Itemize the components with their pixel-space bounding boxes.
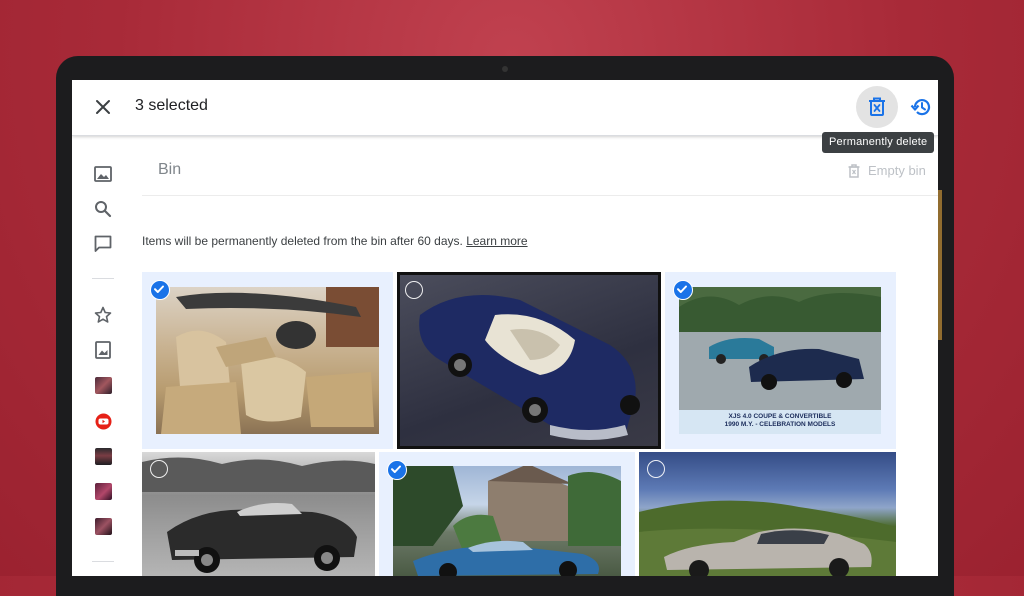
album-thumbnail-1 [94, 376, 112, 394]
photos-app-window: 3 selected Permanently delete Bin Empty … [72, 80, 938, 576]
photo-silver-coupe [639, 452, 896, 576]
brochure-caption: XJS 4.0 COUPE & CONVERTIBLE 1990 M.Y. - … [679, 413, 881, 429]
brochure-caption-line-1: XJS 4.0 COUPE & CONVERTIBLE [728, 413, 832, 420]
sidebar-divider [92, 278, 114, 279]
learn-more-link[interactable]: Learn more [466, 234, 527, 248]
sidebar-item-favourites[interactable] [92, 304, 114, 326]
sidebar-item-album-4[interactable] [92, 515, 114, 537]
photo-car-interior [156, 287, 379, 434]
photo-tile[interactable]: XJS 4.0 COUPE & CONVERTIBLE 1990 M.Y. - … [665, 272, 896, 449]
sidebar-item-album-2[interactable] [92, 445, 114, 467]
albums-icon [95, 341, 111, 359]
empty-bin-button[interactable]: Empty bin [848, 163, 926, 178]
photo-tile[interactable] [639, 452, 896, 576]
youtube-icon [95, 413, 111, 429]
photo-tile[interactable] [379, 452, 635, 576]
background-edge [938, 190, 942, 340]
sidebar-item-albums[interactable] [92, 339, 114, 361]
photo-checkbox[interactable] [647, 460, 665, 478]
album-thumbnail-3 [94, 482, 112, 500]
delete-icon [848, 163, 860, 178]
sidebar-item-sharing[interactable] [92, 233, 114, 255]
restore-history-icon [910, 99, 931, 116]
album-thumbnail-2 [94, 447, 112, 465]
retention-notice: Items will be permanently deleted from t… [142, 234, 528, 248]
photo-checkbox[interactable] [405, 281, 423, 299]
sidebar [72, 136, 136, 576]
photo-bw-convertible [142, 452, 375, 576]
sidebar-item-album-1[interactable] [92, 374, 114, 396]
photo-brochure: XJS 4.0 COUPE & CONVERTIBLE 1990 M.Y. - … [679, 287, 881, 434]
photo-tile[interactable] [397, 272, 661, 449]
album-thumbnail-4 [94, 517, 112, 535]
sidebar-item-photos[interactable] [92, 163, 114, 185]
sidebar-item-youtube[interactable] [92, 410, 114, 432]
selection-toolbar: 3 selected [72, 80, 938, 136]
check-icon [391, 465, 401, 473]
check-icon [154, 285, 164, 293]
sidebar-divider [92, 561, 114, 562]
photo-checkbox[interactable] [150, 460, 168, 478]
search-icon [95, 201, 112, 218]
close-selection-button[interactable] [90, 94, 116, 120]
photo-blue-coupe-house [393, 466, 621, 576]
delete-forever-icon [869, 97, 885, 116]
close-icon [96, 100, 110, 114]
webcam [502, 66, 508, 72]
retention-text: Items will be permanently deleted from t… [142, 234, 463, 248]
tooltip: Permanently delete [822, 132, 935, 153]
sidebar-item-album-3[interactable] [92, 480, 114, 502]
photo-checkbox[interactable] [673, 280, 693, 300]
header-divider [142, 195, 938, 196]
photo-checkbox[interactable] [387, 460, 407, 480]
restore-button[interactable] [906, 92, 936, 122]
favourites-star-icon [94, 306, 112, 323]
photo-tile[interactable] [142, 452, 375, 576]
sidebar-item-search[interactable] [92, 198, 114, 220]
brochure-caption-line-2: 1990 M.Y. - CELEBRATION MODELS [724, 421, 836, 428]
permanently-delete-button[interactable] [856, 86, 898, 128]
photo-tile[interactable] [142, 272, 393, 449]
photo-checkbox[interactable] [150, 280, 170, 300]
empty-bin-label: Empty bin [868, 163, 926, 178]
photos-icon [94, 166, 112, 182]
sharing-icon [94, 235, 112, 252]
check-icon [677, 285, 687, 293]
selected-count: 3 selected [135, 97, 208, 114]
photo-blue-convertible [400, 275, 658, 446]
page-title: Bin [158, 161, 182, 178]
